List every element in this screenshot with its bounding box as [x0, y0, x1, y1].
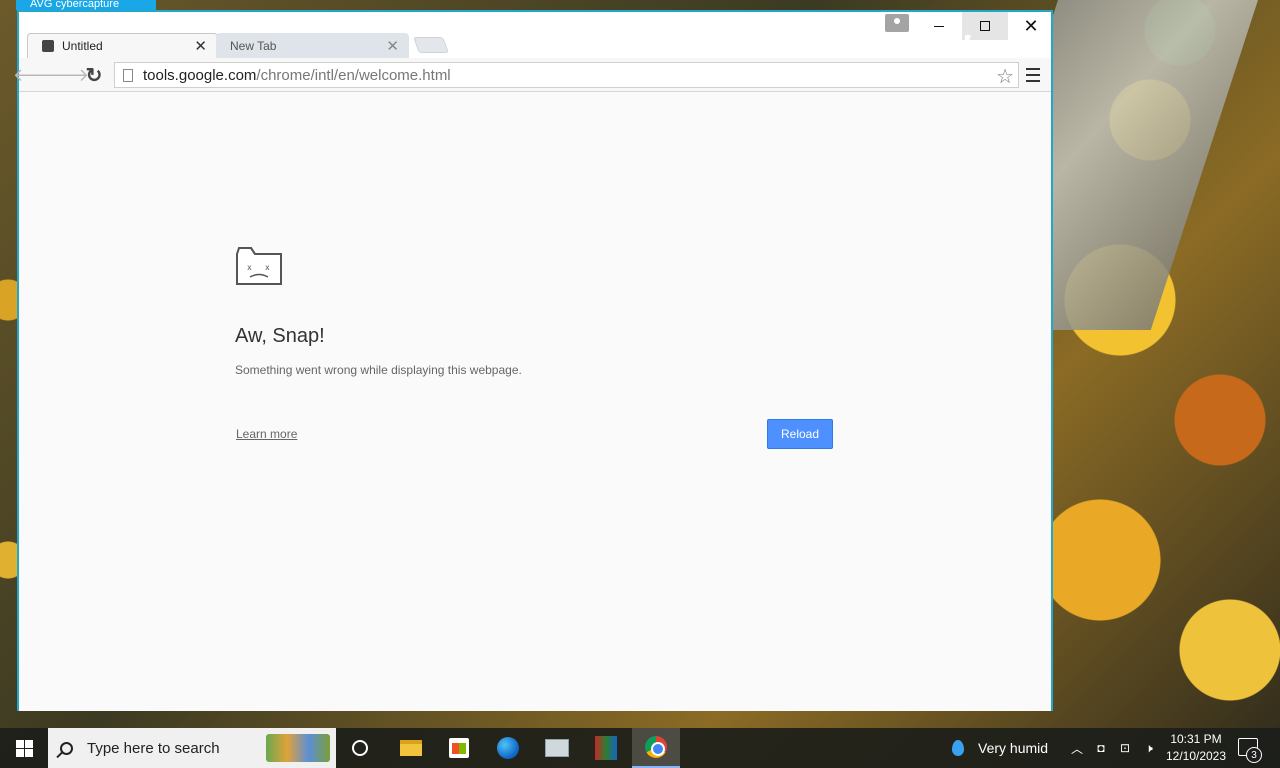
- notification-count-badge: 3: [1246, 747, 1262, 763]
- clock-time: 10:31 PM: [1170, 732, 1222, 746]
- close-icon: ✕: [1023, 15, 1039, 36]
- sad-tab-favicon-icon: [42, 40, 54, 52]
- svg-text:x: x: [265, 263, 270, 272]
- hamburger-menu-icon[interactable]: [1026, 68, 1040, 82]
- browser-toolbar: 🡐 🡒 ↻ tools.google.com/chrome/intl/en/we…: [13, 58, 1051, 92]
- humidity-drop-icon: [952, 740, 964, 756]
- sad-folder-icon: x x: [236, 247, 282, 285]
- winrar-button[interactable]: [590, 732, 622, 764]
- profile-icon[interactable]: [885, 14, 909, 32]
- camera-icon[interactable]: ◘: [1094, 741, 1108, 755]
- close-window-button[interactable]: ✕: [1008, 12, 1054, 40]
- forward-button[interactable]: 🡒: [41, 63, 89, 87]
- url-host: tools.google.com: [143, 66, 257, 84]
- page-content: x x Aw, Snap! Something went wrong while…: [19, 92, 1051, 711]
- address-bar[interactable]: tools.google.com/chrome/intl/en/welcome.…: [114, 62, 1019, 88]
- learn-more-link[interactable]: Learn more: [236, 427, 297, 441]
- bookmark-star-icon[interactable]: ☆: [996, 64, 1014, 89]
- edge-icon: [497, 737, 519, 759]
- chrome-window: Untitled ✕ New Tab ✕ ✕ 🡐 🡒 ↻ tools.googl…: [13, 10, 1053, 711]
- svg-text:x: x: [247, 263, 252, 272]
- network-icon[interactable]: ⊡: [1118, 741, 1132, 755]
- error-message: Something went wrong while displaying th…: [235, 363, 522, 377]
- volume-muted-icon[interactable]: 🕨: [1142, 741, 1156, 755]
- system-clock[interactable]: 10:31 PM 12/10/2023: [1162, 731, 1230, 765]
- file-explorer-button[interactable]: [395, 732, 427, 764]
- clock-date: 12/10/2023: [1165, 749, 1227, 763]
- chrome-taskbar-button[interactable]: [632, 728, 680, 768]
- tab-label: New Tab: [230, 38, 277, 53]
- folder-icon: [400, 740, 422, 756]
- store-bag-icon: [449, 738, 469, 758]
- minimize-icon: [934, 25, 944, 27]
- windows-logo-icon: [15, 739, 33, 757]
- chrome-icon: [645, 736, 667, 758]
- app-button[interactable]: [541, 732, 573, 764]
- cortana-icon: [352, 740, 368, 756]
- mouse-cursor-icon: [965, 35, 977, 53]
- maximize-icon: [980, 21, 990, 31]
- tab-close-icon[interactable]: ✕: [194, 37, 207, 55]
- weather-widget[interactable]: Very humid: [952, 728, 1048, 768]
- weather-label: Very humid: [978, 740, 1049, 756]
- tab-close-icon[interactable]: ✕: [386, 37, 399, 55]
- minimize-button[interactable]: [916, 12, 962, 40]
- search-icon: [60, 741, 73, 755]
- start-button[interactable]: [0, 728, 48, 768]
- system-tray: ︿ ◘ ⊡ 🕨: [1070, 728, 1156, 768]
- taskbar: Type here to search Very humid ︿ ◘ ⊡ 🕨 1…: [0, 728, 1280, 768]
- cortana-button[interactable]: [344, 732, 376, 764]
- search-highlight-image: [266, 734, 330, 762]
- reload-icon: ↻: [85, 64, 103, 87]
- reload-button[interactable]: ↻: [82, 63, 106, 87]
- title-bar: Untitled ✕ New Tab ✕ ✕: [19, 12, 1051, 58]
- tab-untitled[interactable]: Untitled ✕: [27, 33, 218, 58]
- page-icon: [123, 68, 133, 82]
- edge-browser-button[interactable]: [492, 732, 524, 764]
- chevron-up-icon[interactable]: ︿: [1070, 741, 1084, 756]
- url-path: /chrome/intl/en/welcome.html: [256, 66, 451, 84]
- reload-page-button[interactable]: Reload: [767, 419, 833, 449]
- search-placeholder: Type here to search: [87, 739, 220, 757]
- avg-cybercapture-badge[interactable]: AVG cybercapture: [16, 0, 156, 10]
- microsoft-store-button[interactable]: [443, 732, 475, 764]
- taskbar-search-box[interactable]: Type here to search: [48, 728, 336, 768]
- error-title: Aw, Snap!: [235, 325, 325, 347]
- new-tab-button[interactable]: [413, 37, 449, 53]
- tab-new-tab[interactable]: New Tab ✕: [216, 33, 409, 58]
- tab-label: Untitled: [62, 39, 103, 53]
- winrar-icon: [595, 736, 617, 760]
- app-icon: [545, 739, 569, 757]
